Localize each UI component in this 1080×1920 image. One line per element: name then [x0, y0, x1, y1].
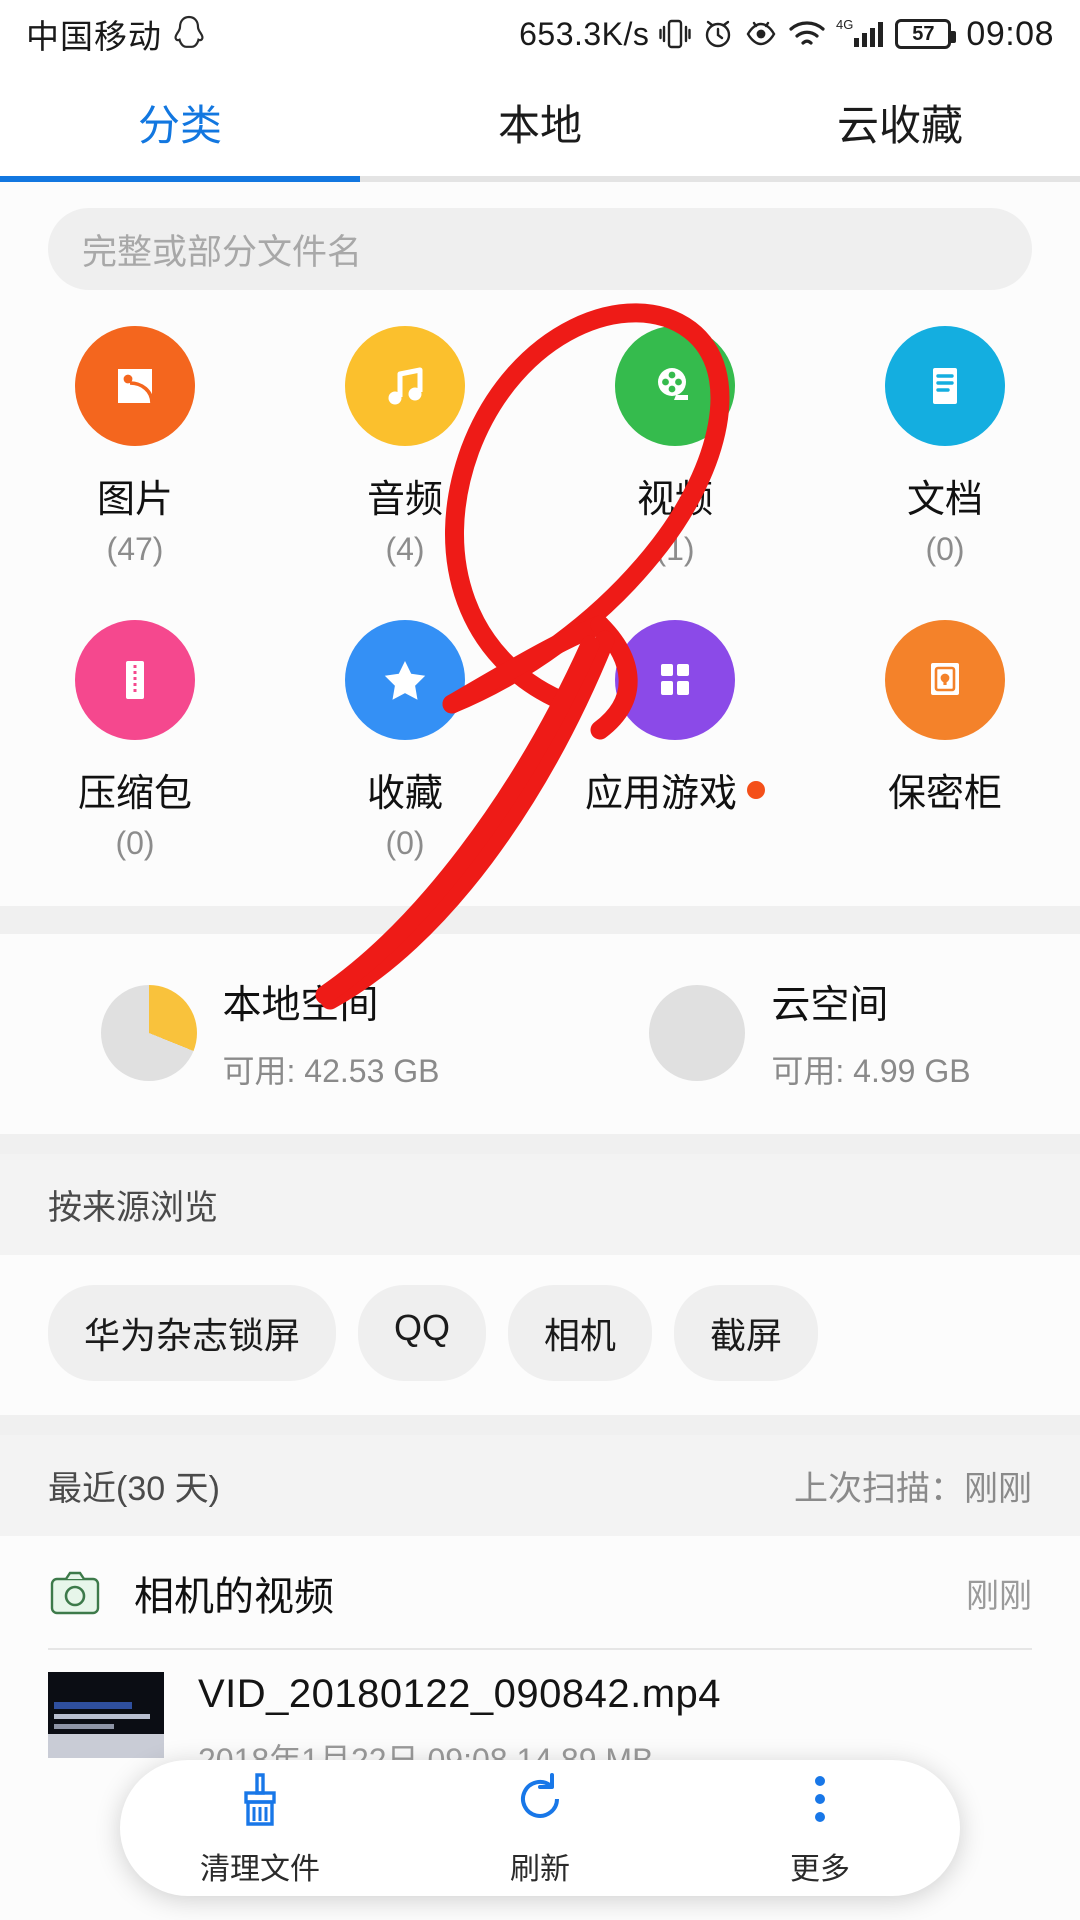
source-chip-screenshot[interactable]: 截屏	[674, 1285, 819, 1381]
storage-available: 可用: 42.53 GB	[222, 1053, 440, 1089]
storage-item-cloud[interactable]: 云空间 可用: 4.99 GB	[540, 974, 1080, 1092]
recent-group-name: 相机的视频	[134, 1575, 334, 1619]
category-item-apps-games[interactable]: 应用游戏	[540, 620, 810, 862]
recent-group-time: 刚刚	[966, 1577, 1032, 1614]
safe-lock-icon	[885, 620, 1005, 740]
category-row-2: 压缩包 (0) 收藏 (0) 应用游戏 保密柜	[0, 620, 1080, 862]
4g-signal-icon: 4G	[836, 16, 886, 52]
tab-bar: 分类 本地 云收藏	[0, 68, 1080, 176]
tab-active-indicator	[0, 176, 360, 182]
eye-icon	[744, 16, 778, 52]
section-divider	[0, 1415, 1080, 1435]
category-label: 保密柜	[887, 773, 1002, 815]
file-manager-screen: 中国移动 653.3K/s 4G 57 09:08 分类 本地 云收藏 完整或部…	[0, 0, 1080, 1920]
film-reel-icon	[615, 326, 735, 446]
refresh-icon	[512, 1769, 568, 1836]
broom-icon	[232, 1769, 288, 1836]
search-placeholder: 完整或部分文件名	[82, 232, 363, 272]
category-item-videos[interactable]: 视频 (1)	[540, 326, 810, 568]
recent-list: 相机的视频 刚刚 VID_20180122_090842.mp4 2018年1月…	[0, 1536, 1080, 1781]
recent-group-header[interactable]: 相机的视频 刚刚	[0, 1536, 1080, 1648]
local-storage-pie-chart	[100, 985, 197, 1081]
storage-available: 可用: 4.99 GB	[771, 1053, 971, 1089]
category-label: 文档	[906, 479, 983, 521]
tab-categories[interactable]: 分类	[0, 92, 360, 153]
bottom-action-refresh[interactable]: 刷新	[400, 1769, 680, 1888]
network-speed-label: 653.3K/s	[519, 15, 650, 52]
new-badge-dot	[747, 780, 765, 799]
category-count: (47)	[106, 531, 164, 567]
category-label: 压缩包	[77, 773, 192, 815]
storage-item-local[interactable]: 本地空间 可用: 42.53 GB	[0, 974, 540, 1092]
bottom-action-bar: 清理文件 刷新 更多	[120, 1760, 960, 1896]
clock-label: 09:08	[966, 14, 1054, 53]
cloud-storage-pie-chart	[649, 985, 746, 1081]
category-item-documents[interactable]: 文档 (0)	[810, 326, 1080, 568]
bottom-action-label: 清理文件	[200, 1852, 320, 1886]
category-label: 应用游戏	[584, 773, 737, 815]
source-chip-camera[interactable]: 相机	[508, 1285, 653, 1381]
bottom-action-more[interactable]: 更多	[680, 1769, 960, 1888]
search-area: 完整或部分文件名	[0, 182, 1080, 300]
bottom-action-label: 刷新	[510, 1852, 570, 1886]
star-icon	[345, 620, 465, 740]
recent-section-title: 最近(30 天)	[48, 1470, 220, 1508]
source-section-title: 按来源浏览	[48, 1189, 218, 1227]
category-count: (4)	[385, 531, 425, 567]
category-item-safe[interactable]: 保密柜	[810, 620, 1080, 862]
search-input[interactable]: 完整或部分文件名	[48, 208, 1032, 290]
source-chip-qq[interactable]: QQ	[358, 1285, 487, 1381]
section-divider	[0, 1134, 1080, 1154]
category-label: 音频	[366, 479, 443, 521]
wifi-icon	[787, 16, 827, 52]
tab-underline-track	[0, 176, 1080, 182]
bottom-action-label: 更多	[790, 1852, 850, 1886]
battery-indicator: 57	[895, 19, 957, 49]
category-grid: 图片 (47) 音频 (4) 视频 (1) 文档 (0) 压缩包 (0) 收藏 …	[0, 300, 1080, 906]
carrier-label: 中国移动	[26, 18, 162, 55]
apps-grid-icon	[615, 620, 735, 740]
status-bar: 中国移动 653.3K/s 4G 57 09:08	[0, 0, 1080, 68]
image-icon	[75, 326, 195, 446]
section-divider	[0, 906, 1080, 934]
file-name: VID_20180122_090842.mp4	[198, 1672, 722, 1716]
category-count: (1)	[655, 531, 695, 567]
battery-level-label: 57	[912, 22, 935, 45]
category-item-audio[interactable]: 音频 (4)	[270, 326, 540, 568]
source-chip-list: 华为杂志锁屏 QQ 相机 截屏	[0, 1255, 1080, 1415]
zip-archive-icon	[75, 620, 195, 740]
camera-icon	[48, 1569, 102, 1617]
video-thumbnail	[48, 1672, 164, 1758]
svg-text:4G: 4G	[836, 17, 853, 32]
alarm-icon	[701, 16, 735, 52]
qq-penguin-icon	[172, 15, 206, 53]
tab-local[interactable]: 本地	[360, 92, 720, 153]
source-chip-huawei-magazine[interactable]: 华为杂志锁屏	[48, 1285, 337, 1381]
category-item-archives[interactable]: 压缩包 (0)	[0, 620, 270, 862]
tab-cloud-favorites[interactable]: 云收藏	[720, 92, 1080, 153]
recent-section-header: 最近(30 天) 上次扫描：刚刚	[0, 1435, 1080, 1536]
category-count: (0)	[115, 825, 155, 861]
category-item-images[interactable]: 图片 (47)	[0, 326, 270, 568]
source-section-header: 按来源浏览	[0, 1154, 1080, 1255]
category-label: 图片	[96, 479, 173, 521]
music-note-icon	[345, 326, 465, 446]
bottom-action-clean-files[interactable]: 清理文件	[120, 1769, 400, 1888]
category-row-1: 图片 (47) 音频 (4) 视频 (1) 文档 (0)	[0, 326, 1080, 568]
document-icon	[885, 326, 1005, 446]
storage-summary: 本地空间 可用: 42.53 GB 云空间 可用: 4.99 GB	[0, 934, 1080, 1134]
more-vertical-icon	[792, 1769, 848, 1836]
vibrate-icon	[658, 16, 692, 52]
category-item-favorites[interactable]: 收藏 (0)	[270, 620, 540, 862]
category-label: 收藏	[366, 773, 443, 815]
storage-title: 本地空间	[222, 984, 379, 1027]
last-scan-label: 上次扫描：刚刚	[794, 1470, 1032, 1508]
category-count: (0)	[385, 825, 425, 861]
category-count: (0)	[925, 531, 965, 567]
category-label: 视频	[636, 479, 713, 521]
storage-title: 云空间	[771, 984, 889, 1027]
